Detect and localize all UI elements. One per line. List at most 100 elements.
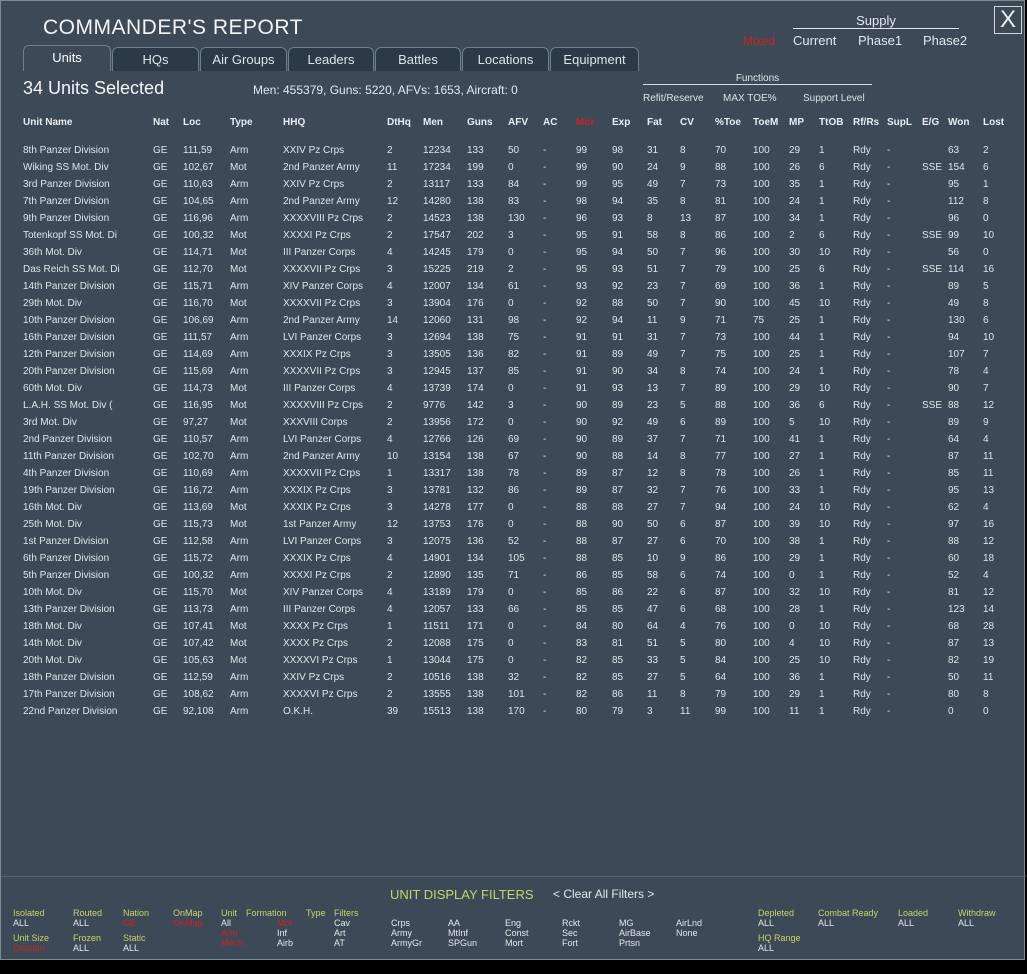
table-row[interactable]: Wiking SS Mot. Div GE 102,67 Mot 2nd Panzer … <box>11 159 1001 176</box>
column-header-nat[interactable]: Nat <box>153 117 169 128</box>
table-row[interactable]: 2nd Panzer Division GE 110,57 Arm LVI Panzer… <box>11 431 1001 448</box>
column-header-afv[interactable]: AFV <box>508 117 528 128</box>
filter-type-none[interactable]: None <box>676 928 698 938</box>
supply-mode-indicator[interactable]: Mixed <box>743 34 775 48</box>
table-row[interactable]: 4th Panzer Division GE 110,69 Arm XXXXVII Pz… <box>11 465 1001 482</box>
table-row[interactable]: 25th Mot. Div GE 115,73 Mot 1st Panzer Army 1… <box>11 516 1001 533</box>
close-button[interactable]: X <box>994 6 1022 34</box>
column-header-mor[interactable]: Mor <box>576 117 594 128</box>
column-header-unit-name[interactable]: Unit Name <box>23 117 72 128</box>
filter-formation-arm[interactable]: Arm <box>221 928 238 938</box>
filter-routed-value[interactable]: ALL <box>73 918 89 928</box>
table-row[interactable]: Totenkopf SS Mot. Di GE 100,32 Mot XXXXI Pz … <box>11 227 1001 244</box>
filter-type-armygr[interactable]: ArmyGr <box>391 938 422 948</box>
filter-static-value[interactable]: ALL <box>123 943 139 953</box>
tab-units[interactable]: Units <box>23 45 111 71</box>
table-row[interactable]: 19th Panzer Division GE 116,72 Arm XXXIX Pz … <box>11 482 1001 499</box>
table-row[interactable]: 22nd Panzer Division GE 92,108 Arm O.K.H. 39 1… <box>11 703 1001 720</box>
table-row[interactable]: 9th Panzer Division GE 116,96 Arm XXXXVIII P… <box>11 210 1001 227</box>
function-refit-reserve[interactable]: Refit/Reserve <box>643 93 704 104</box>
column-header-fat[interactable]: Fat <box>647 117 662 128</box>
column-header-dthq[interactable]: DtHq <box>387 117 411 128</box>
filter-unit-value[interactable]: All <box>221 918 231 928</box>
table-row[interactable]: 16th Panzer Division GE 111,57 Arm LVI Panze… <box>11 329 1001 346</box>
table-row[interactable]: 7th Panzer Division GE 104,65 Arm 2nd Panzer… <box>11 193 1001 210</box>
filter-frozen-value[interactable]: ALL <box>73 943 89 953</box>
table-row[interactable]: 3rd Mot. Div GE 97,27 Mot XXXVIII Corps 2 1395… <box>11 414 1001 431</box>
column-header-exp[interactable]: Exp <box>612 117 630 128</box>
table-row[interactable]: 10th Mot. Div GE 115,70 Mot XIV Panzer Corps… <box>11 584 1001 601</box>
filter-depleted-value[interactable]: ALL <box>758 918 774 928</box>
filter-type-rckt[interactable]: Rckt <box>562 918 580 928</box>
filter-formation-inf[interactable]: Inf <box>277 928 287 938</box>
column-header-ac[interactable]: AC <box>543 117 557 128</box>
table-row[interactable]: 14th Panzer Division GE 115,71 Arm XIV Panze… <box>11 278 1001 295</box>
table-row[interactable]: 6th Panzer Division GE 115,72 Arm XXXIX Pz C… <box>11 550 1001 567</box>
table-row[interactable]: 13th Panzer Division GE 113,73 Arm III Panze… <box>11 601 1001 618</box>
filter-type-airbase[interactable]: AirBase <box>619 928 651 938</box>
filter-hq-range-value[interactable]: ALL <box>758 943 774 953</box>
column-header-toem[interactable]: ToeM <box>753 117 778 128</box>
tab-locations[interactable]: Locations <box>462 47 549 71</box>
table-row[interactable]: 5th Panzer Division GE 100,32 Arm XXXXI Pz C… <box>11 567 1001 584</box>
filter-formation-mech[interactable]: Mech <box>221 938 243 948</box>
filter-type-prtsn[interactable]: Prtsn <box>619 938 640 948</box>
table-row[interactable]: 10th Panzer Division GE 106,69 Arm 2nd Panze… <box>11 312 1001 329</box>
column-header-supl[interactable]: SupL <box>887 117 912 128</box>
table-row[interactable]: 8th Panzer Division GE 111,59 Arm XXIV Pz Cr… <box>11 142 1001 159</box>
filter-formation-mot[interactable]: Mot <box>277 918 292 928</box>
column-header-cv[interactable]: CV <box>680 117 694 128</box>
filter-type-art[interactable]: Art <box>334 928 346 938</box>
table-row[interactable]: 60th Mot. Div GE 114,73 Mot III Panzer Corps… <box>11 380 1001 397</box>
clear-all-filters-button[interactable]: < Clear All Filters > <box>553 887 654 901</box>
column-header-lost[interactable]: Lost <box>983 117 1004 128</box>
filter-type-army[interactable]: Army <box>391 928 412 938</box>
filter-type-mg[interactable]: MG <box>619 918 634 928</box>
filter-type-airlnd[interactable]: AirLnd <box>676 918 702 928</box>
table-row[interactable]: 16th Mot. Div GE 113,69 Mot XXXIX Pz Crps 3 14… <box>11 499 1001 516</box>
table-row[interactable]: Das Reich SS Mot. Di GE 112,70 Mot XXXXVII P… <box>11 261 1001 278</box>
table-row[interactable]: 18th Mot. Div GE 107,41 Mot XXXX Pz Crps 1 115… <box>11 618 1001 635</box>
table-row[interactable]: 14th Mot. Div GE 107,42 Mot XXXX Pz Crps 2 120… <box>11 635 1001 652</box>
column-header-e-g[interactable]: E/G <box>922 117 939 128</box>
filter-type-at[interactable]: AT <box>334 938 345 948</box>
filter-type-crps[interactable]: Crps <box>391 918 410 928</box>
table-row[interactable]: 11th Panzer Division GE 102,70 Arm 2nd Panze… <box>11 448 1001 465</box>
tab-battles[interactable]: Battles <box>375 47 461 71</box>
filter-combat-ready-value[interactable]: ALL <box>818 918 834 928</box>
table-row[interactable]: 20th Panzer Division GE 115,69 Arm XXXXVII P… <box>11 363 1001 380</box>
tab-leaders[interactable]: Leaders <box>288 47 374 71</box>
filter-type-const[interactable]: Const <box>505 928 529 938</box>
filter-withdraw-value[interactable]: ALL <box>958 918 974 928</box>
table-row[interactable]: 29th Mot. Div GE 116,70 Mot XXXXVII Pz Crps 3… <box>11 295 1001 312</box>
table-row[interactable]: 20th Mot. Div GE 105,63 Mot XXXXVI Pz Crps 1 1… <box>11 652 1001 669</box>
filter-type-mort[interactable]: Mort <box>505 938 523 948</box>
filter-formation-airb[interactable]: Airb <box>277 938 293 948</box>
supply-option-phase1[interactable]: Phase1 <box>858 33 902 48</box>
table-row[interactable]: 18th Panzer Division GE 112,59 Arm XXIV Pz C… <box>11 669 1001 686</box>
filter-type-aa[interactable]: AA <box>448 918 460 928</box>
filter-isolated-value[interactable]: ALL <box>13 918 29 928</box>
column-header-hhq[interactable]: HHQ <box>283 117 305 128</box>
column-header-men[interactable]: Men <box>423 117 443 128</box>
function-max-toe[interactable]: MAX TOE% <box>723 93 777 104</box>
supply-option-phase2[interactable]: Phase2 <box>923 33 967 48</box>
tab-equipment[interactable]: Equipment <box>550 47 639 71</box>
column-header-mp[interactable]: MP <box>789 117 804 128</box>
filter-type-mtinf[interactable]: MtInf <box>448 928 468 938</box>
column-header-loc[interactable]: Loc <box>183 117 201 128</box>
table-row[interactable]: L.A.H. SS Mot. Div (GE 116,95 Mot XXXXVIII … <box>11 397 1001 414</box>
table-row[interactable]: 1st Panzer Division GE 112,58 Arm LVI Panzer… <box>11 533 1001 550</box>
column-header-ttob[interactable]: TtOB <box>819 117 843 128</box>
filter-type-spgun[interactable]: SPGun <box>448 938 477 948</box>
column-header-won[interactable]: Won <box>948 117 969 128</box>
function-support-level[interactable]: Support Level <box>803 93 865 104</box>
table-row[interactable]: 12th Panzer Division GE 114,69 Arm XXXIX Pz … <box>11 346 1001 363</box>
filter-onmap-value[interactable]: OnMap <box>173 918 203 928</box>
table-row[interactable]: 3rd Panzer Division GE 110,63 Arm XXIV Pz Cr… <box>11 176 1001 193</box>
filter-loaded-value[interactable]: ALL <box>898 918 914 928</box>
filter-unit-size-value[interactable]: Division <box>13 943 45 953</box>
filter-type-cav[interactable]: Cav <box>334 918 350 928</box>
filter-type-fort[interactable]: Fort <box>562 938 578 948</box>
column-header-type[interactable]: Type <box>230 117 253 128</box>
